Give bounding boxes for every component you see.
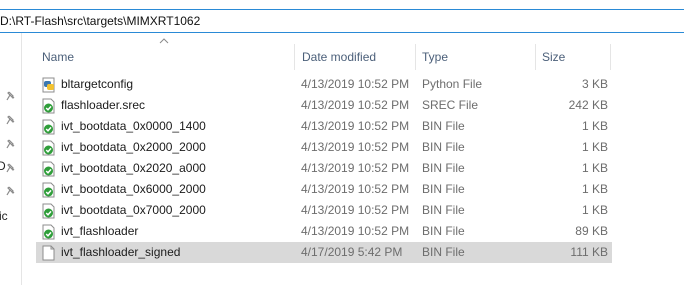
file-date: 4/17/2019 5:42 PM	[301, 245, 403, 259]
address-path[interactable]: D:\RT-Flash\src\targets\MIMXRT1062	[0, 14, 200, 28]
python-file-icon	[42, 77, 55, 93]
file-name: ivt_flashloader	[61, 224, 139, 238]
file-size: 1 KB	[581, 140, 608, 154]
file-date: 4/13/2019 10:52 PM	[301, 119, 410, 133]
file-date: 4/13/2019 10:52 PM	[301, 224, 410, 238]
column-header-type[interactable]: Type	[416, 44, 536, 70]
checked-file-icon	[42, 98, 55, 114]
file-row[interactable]: ivt_bootdata_0x6000_2000 4/13/2019 10:52…	[36, 179, 612, 200]
column-header-name[interactable]: Name	[36, 44, 295, 70]
file-row[interactable]: bltargetconfig 4/13/2019 10:52 PM Python…	[36, 74, 612, 95]
file-name: ivt_bootdata_0x2000_2000	[61, 140, 206, 154]
file-row-selected[interactable]: ivt_flashloader_signed 4/17/2019 5:42 PM…	[36, 242, 612, 263]
file-date: 4/13/2019 10:52 PM	[301, 203, 410, 217]
checked-file-icon	[42, 161, 55, 177]
file-name: ivt_flashloader_signed	[61, 245, 181, 259]
checked-file-icon	[42, 182, 55, 198]
checked-file-icon	[42, 224, 55, 240]
file-size: 3 KB	[581, 77, 608, 91]
file-type: BIN File	[422, 161, 465, 175]
address-bar[interactable]: D:\RT-Flash\src\targets\MIMXRT1062	[0, 9, 684, 33]
file-size: 1 KB	[581, 182, 608, 196]
file-list: bltargetconfig 4/13/2019 10:52 PM Python…	[36, 74, 612, 263]
checked-file-icon	[42, 119, 55, 135]
file-name: ivt_bootdata_0x0000_1400	[61, 119, 206, 133]
file-name: flashloader.srec	[61, 98, 146, 112]
checked-file-icon	[42, 203, 55, 219]
file-date: 4/13/2019 10:52 PM	[301, 77, 410, 91]
pin-icon[interactable]	[6, 186, 16, 196]
file-size: 1 KB	[581, 203, 608, 217]
pin-icon[interactable]	[6, 115, 16, 125]
file-row[interactable]: flashloader.srec 4/13/2019 10:52 PM SREC…	[36, 95, 612, 116]
column-header-size[interactable]: Size	[536, 44, 611, 70]
file-row[interactable]: ivt_bootdata_0x2000_2000 4/13/2019 10:52…	[36, 137, 612, 158]
nav-item-fragment[interactable]: D	[0, 159, 6, 173]
file-name: bltargetconfig	[61, 77, 134, 91]
sort-ascending-icon	[159, 38, 169, 44]
pin-icon[interactable]	[6, 163, 16, 173]
file-type: Python File	[422, 77, 483, 91]
file-row[interactable]: ivt_bootdata_0x0000_1400 4/13/2019 10:52…	[36, 116, 612, 137]
file-row[interactable]: ivt_bootdata_0x7000_2000 4/13/2019 10:52…	[36, 200, 612, 221]
blank-file-icon	[42, 245, 55, 261]
file-size: 111 KB	[570, 245, 608, 259]
file-size: 242 KB	[568, 98, 608, 112]
file-type: BIN File	[422, 119, 465, 133]
file-type: SREC File	[422, 98, 479, 112]
file-date: 4/13/2019 10:52 PM	[301, 98, 410, 112]
file-type: BIN File	[422, 245, 465, 259]
pin-icon[interactable]	[6, 139, 16, 149]
file-row[interactable]: ivt_bootdata_0x2020_a000 4/13/2019 10:52…	[36, 158, 612, 179]
column-header-date-modified[interactable]: Date modified	[296, 44, 416, 70]
file-name: ivt_bootdata_0x6000_2000	[61, 182, 206, 196]
file-row[interactable]: ivt_flashloader 4/13/2019 10:52 PM BIN F…	[36, 221, 612, 242]
file-type: BIN File	[422, 140, 465, 154]
file-size: 1 KB	[581, 161, 608, 175]
file-date: 4/13/2019 10:52 PM	[301, 140, 410, 154]
file-size: 89 KB	[575, 224, 608, 238]
file-type: BIN File	[422, 203, 465, 217]
checked-file-icon	[42, 140, 55, 156]
file-type: BIN File	[422, 182, 465, 196]
pin-icon[interactable]	[6, 91, 16, 101]
navigation-pane[interactable]: D ic	[0, 33, 22, 285]
file-date: 4/13/2019 10:52 PM	[301, 182, 410, 196]
file-date: 4/13/2019 10:52 PM	[301, 161, 410, 175]
nav-item-fragment[interactable]: ic	[0, 209, 8, 223]
file-size: 1 KB	[581, 119, 608, 133]
file-type: BIN File	[422, 224, 465, 238]
file-name: ivt_bootdata_0x7000_2000	[61, 203, 206, 217]
file-name: ivt_bootdata_0x2020_a000	[61, 161, 206, 175]
